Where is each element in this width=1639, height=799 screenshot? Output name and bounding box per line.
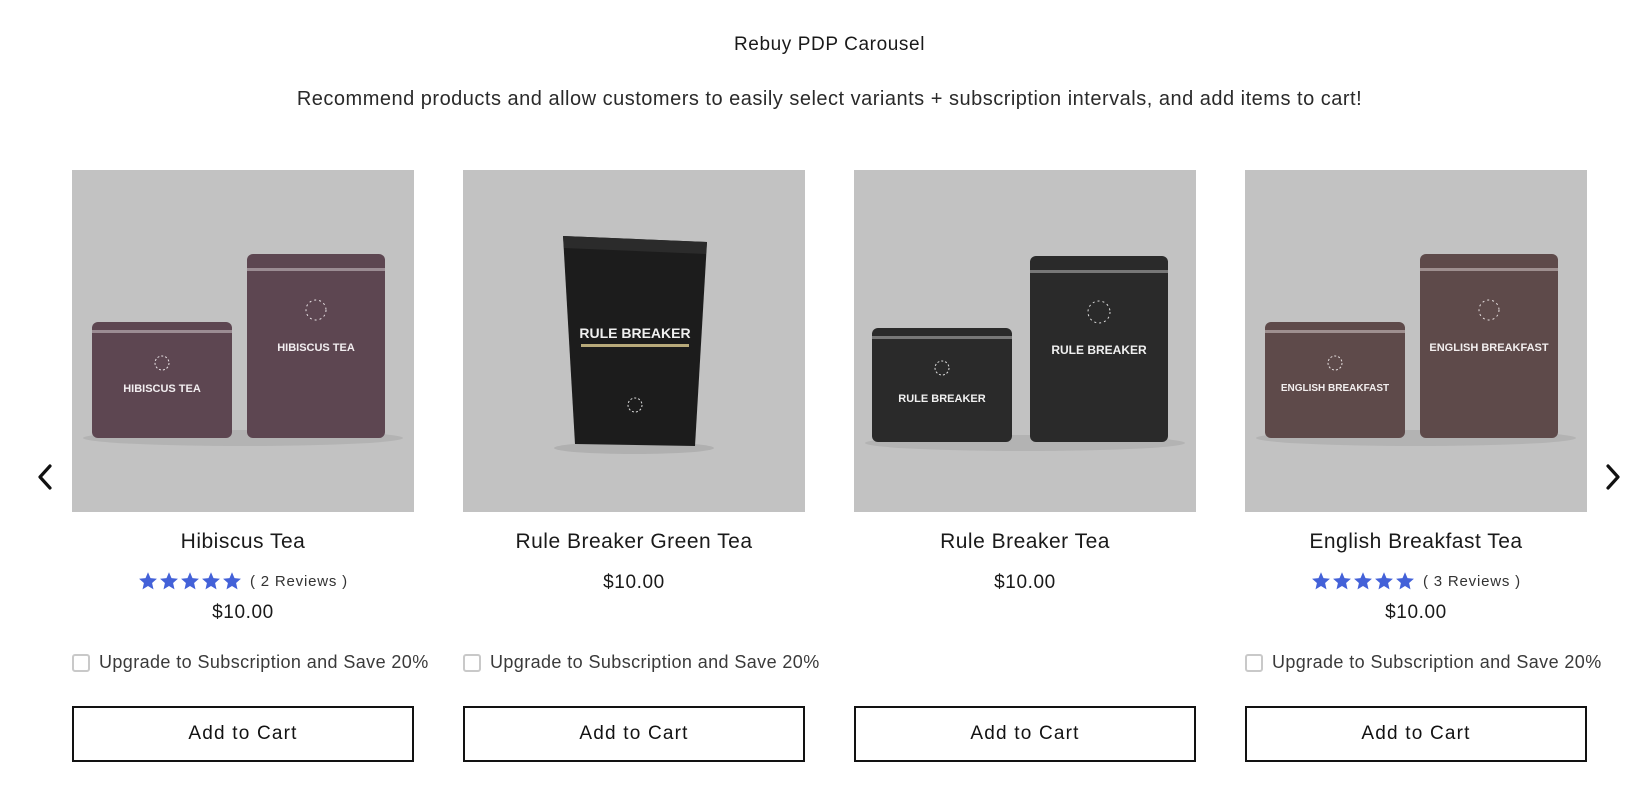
add-to-cart-button[interactable]: Add to Cart <box>854 706 1196 762</box>
product-card: HIBISCUS TEA HIBISCUS TEA Hibiscus Tea (… <box>72 170 428 762</box>
star-icon <box>1354 572 1372 590</box>
subscription-checkbox[interactable] <box>463 653 481 672</box>
product-name[interactable]: Rule Breaker Green Tea <box>463 530 805 556</box>
subscription-option[interactable]: Upgrade to Subscription and Save 20% <box>72 652 428 673</box>
product-card: RULE BREAKER RULE BREAKER Rule Breaker T… <box>854 170 1196 762</box>
tea-tins-image: ENGLISH BREAKFAST ENGLISH BREAKFAST <box>1245 170 1587 512</box>
star-icon <box>1396 572 1414 590</box>
product-image[interactable]: ENGLISH BREAKFAST ENGLISH BREAKFAST <box>1245 170 1587 512</box>
product-rating: ( 3 Reviews ) <box>1245 570 1587 592</box>
subscription-label[interactable]: Upgrade to Subscription and Save 20% <box>490 652 820 673</box>
svg-text:RULE BREAKER: RULE BREAKER <box>579 325 690 341</box>
svg-text:HIBISCUS TEA: HIBISCUS TEA <box>123 383 201 395</box>
tea-tins-image: RULE BREAKER RULE BREAKER <box>854 170 1196 512</box>
product-name[interactable]: Hibiscus Tea <box>72 530 414 556</box>
product-name[interactable]: English Breakfast Tea <box>1245 530 1587 556</box>
subscription-checkbox[interactable] <box>1245 653 1263 672</box>
subscription-label[interactable]: Upgrade to Subscription and Save 20% <box>1272 652 1602 673</box>
page-title: Rebuy PDP Carousel <box>733 34 926 55</box>
review-count[interactable]: ( 3 Reviews ) <box>1423 573 1521 590</box>
add-to-cart-button[interactable]: Add to Cart <box>463 706 805 762</box>
add-to-cart-button[interactable]: Add to Cart <box>72 706 414 762</box>
star-rating <box>138 571 242 591</box>
star-icon <box>1312 572 1330 590</box>
star-icon <box>223 572 241 590</box>
star-icon <box>1333 572 1351 590</box>
svg-text:HIBISCUS TEA: HIBISCUS TEA <box>277 342 355 354</box>
add-to-cart-button[interactable]: Add to Cart <box>1245 706 1587 762</box>
subscription-label[interactable]: Upgrade to Subscription and Save 20% <box>99 652 429 673</box>
svg-text:RULE BREAKER: RULE BREAKER <box>898 393 985 405</box>
page-subtitle: Recommend products and allow customers t… <box>296 88 1363 110</box>
star-icon <box>160 572 178 590</box>
product-name[interactable]: Rule Breaker Tea <box>854 530 1196 556</box>
product-card: ENGLISH BREAKFAST ENGLISH BREAKFAST Engl… <box>1245 170 1601 762</box>
star-icon <box>1375 572 1393 590</box>
star-icon <box>139 572 157 590</box>
product-price: $10.00 <box>1385 602 1447 623</box>
chevron-left-icon <box>38 464 52 490</box>
svg-text:ENGLISH BREAKFAST: ENGLISH BREAKFAST <box>1281 383 1389 394</box>
star-icon <box>202 572 220 590</box>
svg-text:ENGLISH BREAKFAST: ENGLISH BREAKFAST <box>1429 342 1548 354</box>
star-rating <box>1311 571 1415 591</box>
product-price: $10.00 <box>603 572 665 593</box>
tea-pouch-image: RULE BREAKER <box>463 170 805 512</box>
star-icon <box>181 572 199 590</box>
tea-tins-image: HIBISCUS TEA HIBISCUS TEA <box>72 170 414 512</box>
chevron-right-icon <box>1606 464 1620 490</box>
review-count[interactable]: ( 2 Reviews ) <box>250 573 348 590</box>
subscription-option[interactable]: Upgrade to Subscription and Save 20% <box>463 652 819 673</box>
subscription-option[interactable]: Upgrade to Subscription and Save 20% <box>1245 652 1601 673</box>
subscription-checkbox[interactable] <box>72 653 90 672</box>
carousel-prev-button[interactable] <box>30 462 60 492</box>
product-price: $10.00 <box>994 572 1056 593</box>
product-image[interactable]: HIBISCUS TEA HIBISCUS TEA <box>72 170 414 512</box>
svg-text:RULE BREAKER: RULE BREAKER <box>1051 343 1147 357</box>
product-card: RULE BREAKER Rule Breaker Green Tea $10.… <box>463 170 819 762</box>
product-rating: ( 2 Reviews ) <box>72 570 414 592</box>
product-image[interactable]: RULE BREAKER <box>463 170 805 512</box>
product-image[interactable]: RULE BREAKER RULE BREAKER <box>854 170 1196 512</box>
product-price: $10.00 <box>212 602 274 623</box>
carousel-next-button[interactable] <box>1598 462 1628 492</box>
